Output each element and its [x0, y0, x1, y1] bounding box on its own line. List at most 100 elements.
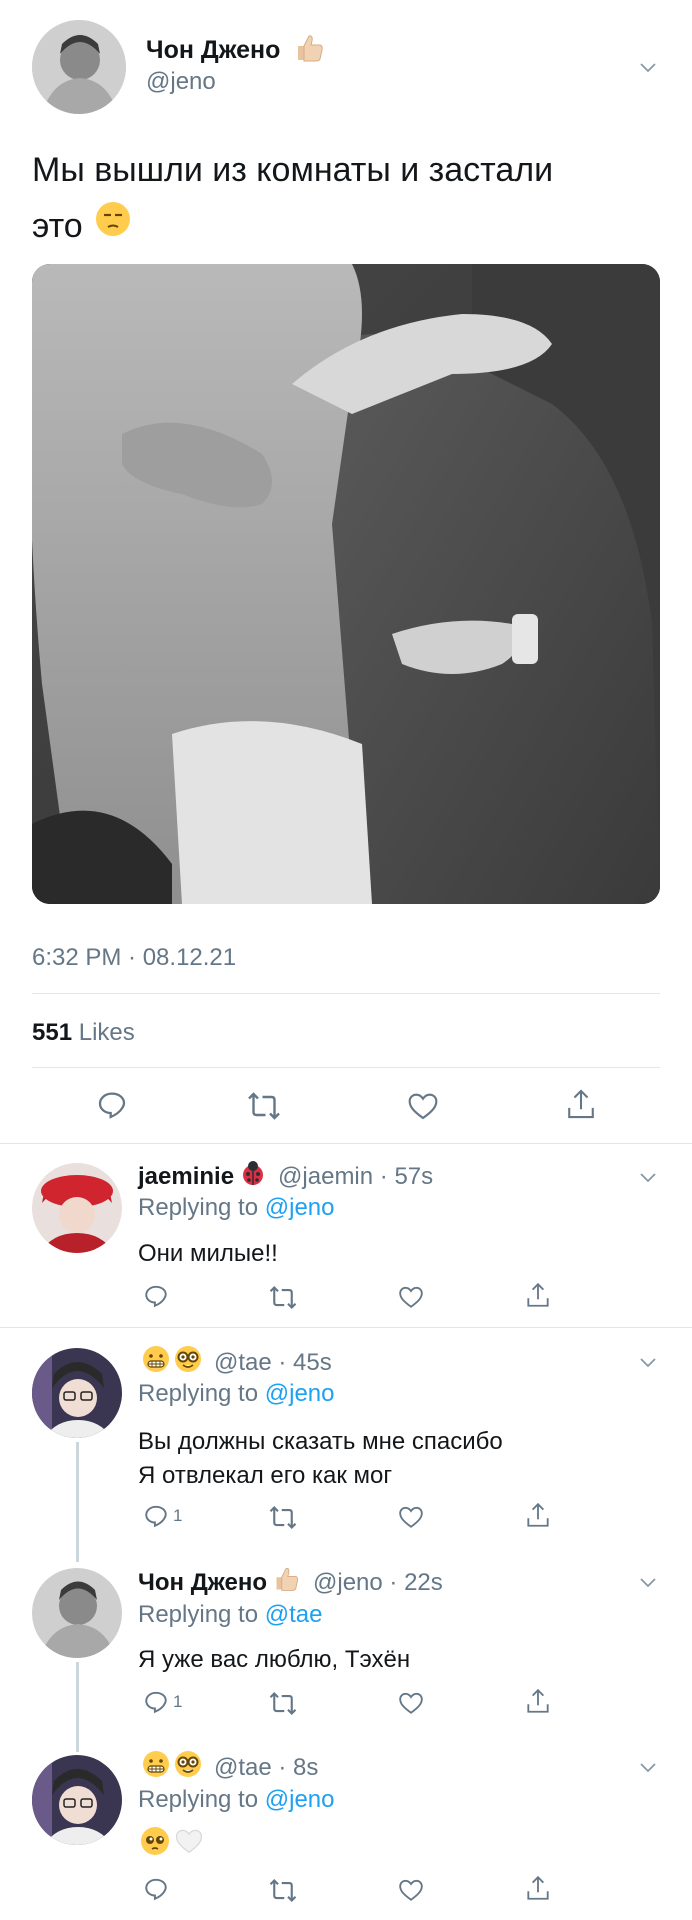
reply-count: 1 [173, 1506, 183, 1525]
tweet-text: Мы вышли из комнаты и застали это [32, 142, 553, 254]
likes-stat[interactable]: 551 Likes [32, 1019, 135, 1047]
retweet-icon [269, 1878, 297, 1903]
like-button[interactable] [398, 1878, 424, 1902]
divider [0, 1143, 692, 1144]
reply-text-line: Я отвлекал его как мог [138, 1462, 393, 1489]
nerd-face-emoji-icon [174, 1750, 202, 1785]
like-icon [408, 1093, 438, 1120]
reply-count: 1 [173, 1692, 183, 1711]
likes-count: 551 [32, 1019, 73, 1046]
like-button[interactable] [407, 1091, 439, 1121]
retweet-button[interactable] [268, 1691, 298, 1716]
handle[interactable]: @jeno [146, 68, 216, 96]
handle-and-time[interactable]: @tae · 45s [214, 1349, 332, 1377]
reply-header: @tae · 8s [138, 1750, 318, 1785]
avatar[interactable] [32, 1568, 122, 1658]
display-name[interactable]: Чон Джено [146, 36, 280, 65]
divider [32, 993, 660, 994]
reply-text [140, 1826, 204, 1861]
like-button[interactable] [398, 1505, 424, 1529]
chevron-down-icon[interactable] [640, 1170, 656, 1188]
mention-link[interactable]: @jeno [265, 1786, 335, 1813]
chevron-down-icon[interactable] [640, 1355, 656, 1373]
reply-text: Вы должны сказать мне спасибо Я отвлекал… [138, 1425, 503, 1493]
display-name[interactable]: Чон Джено [138, 1569, 267, 1597]
reply-text: Они милые!! [138, 1240, 278, 1267]
reply-header: Чон Джено @jeno · 22s [138, 1565, 443, 1600]
like-icon [399, 1692, 423, 1714]
reply-text-line: Вы должны сказать мне спасибо [138, 1428, 503, 1455]
divider [0, 1327, 692, 1328]
reply-header: jaeminie @jaemin · 57s [138, 1160, 433, 1193]
white-heart-emoji-icon [174, 1826, 204, 1861]
handle-and-time[interactable]: @jaemin · 57s [278, 1163, 433, 1191]
reply-icon [145, 1878, 167, 1901]
like-button[interactable] [398, 1285, 424, 1309]
divider [32, 1067, 660, 1068]
reply-icon [98, 1092, 126, 1119]
display-name[interactable]: jaeminie [138, 1163, 234, 1191]
thread-connector-line [76, 1442, 79, 1562]
replying-to-label: Replying to [138, 1786, 259, 1813]
avatar[interactable] [32, 1755, 122, 1845]
like-icon [399, 1506, 423, 1528]
replying-to: Replying to @tae [138, 1601, 322, 1629]
share-button[interactable] [565, 1087, 597, 1121]
retweet-icon [269, 1505, 297, 1530]
reply-button[interactable] [143, 1283, 173, 1309]
reply-header: @tae · 45s [138, 1345, 332, 1380]
avatar[interactable] [32, 1163, 122, 1253]
share-icon [527, 1688, 549, 1713]
reply-button[interactable] [96, 1089, 128, 1121]
tweet-photo[interactable] [32, 264, 660, 904]
replying-to: Replying to @jeno [138, 1380, 335, 1408]
replying-to-label: Replying to [138, 1601, 259, 1628]
tweet-text-line: это [32, 207, 83, 245]
retweet-icon [248, 1092, 280, 1120]
reply-icon [145, 1285, 167, 1308]
mention-link[interactable]: @jeno [265, 1380, 335, 1407]
like-icon [399, 1286, 423, 1308]
retweet-icon [269, 1691, 297, 1716]
retweet-button[interactable] [246, 1091, 282, 1121]
grimacing-face-emoji-icon [142, 1750, 170, 1785]
handle-and-time[interactable]: @jeno · 22s [313, 1569, 443, 1597]
retweet-button[interactable] [268, 1878, 298, 1903]
tweet-text-line: Мы вышли из комнаты и застали [32, 151, 554, 189]
share-button[interactable] [525, 1501, 551, 1529]
replying-to-label: Replying to [138, 1380, 259, 1407]
share-icon [527, 1502, 549, 1527]
tweet-timestamp[interactable]: 6:32 PM · 08.12.21 [32, 944, 236, 972]
ladybug-emoji-icon [240, 1160, 266, 1193]
reply-text: Я уже вас люблю, Тэхён [138, 1646, 411, 1673]
share-icon [568, 1089, 594, 1119]
retweet-icon [269, 1285, 297, 1310]
replying-to-label: Replying to [138, 1194, 259, 1221]
pleading-face-emoji-icon [140, 1826, 170, 1861]
share-icon [527, 1282, 549, 1307]
share-button[interactable] [525, 1281, 551, 1309]
chevron-down-icon[interactable] [640, 1575, 656, 1593]
share-button[interactable] [525, 1687, 551, 1715]
grimacing-face-emoji-icon [142, 1345, 170, 1380]
mention-link[interactable]: @tae [265, 1601, 323, 1628]
retweet-button[interactable] [268, 1285, 298, 1310]
avatar[interactable] [32, 1348, 122, 1438]
likes-label: Likes [78, 1019, 135, 1046]
like-icon [399, 1879, 423, 1901]
share-icon [527, 1875, 549, 1900]
reply-button[interactable]: 1 [143, 1689, 182, 1715]
chevron-down-icon[interactable] [640, 60, 656, 78]
reply-button[interactable] [143, 1876, 173, 1902]
chevron-down-icon[interactable] [640, 1760, 656, 1778]
handle-and-time[interactable]: @tae · 8s [214, 1754, 318, 1782]
like-button[interactable] [398, 1691, 424, 1715]
share-button[interactable] [525, 1874, 551, 1902]
mention-link[interactable]: @jeno [265, 1194, 335, 1221]
reply-button[interactable]: 1 [143, 1503, 182, 1529]
avatar[interactable] [32, 20, 126, 114]
retweet-button[interactable] [268, 1505, 298, 1530]
thread-connector-line [76, 1662, 79, 1752]
replying-to: Replying to @jeno [138, 1194, 335, 1222]
nerd-face-emoji-icon [174, 1345, 202, 1380]
